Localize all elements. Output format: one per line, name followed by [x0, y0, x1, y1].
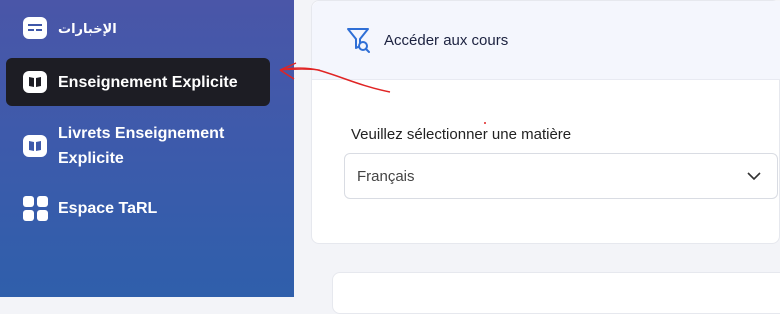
- sidebar-item-enseignement-explicite[interactable]: Enseignement Explicite: [6, 58, 270, 106]
- subject-label: Veuillez sélectionner une matière: [351, 126, 572, 143]
- card-title: Accéder aux cours: [384, 31, 509, 49]
- chevron-down-icon: [747, 169, 761, 183]
- secondary-card: [332, 272, 780, 314]
- book-icon: [22, 69, 48, 95]
- book-icon: [22, 133, 48, 159]
- subject-select-value: Français: [357, 167, 415, 185]
- news-icon: [22, 15, 48, 41]
- sidebar-item-livrets[interactable]: Livrets Enseignement Explicite: [6, 120, 270, 172]
- sidebar-item-label: Enseignement Explicite: [58, 73, 238, 91]
- grid-icon: [22, 195, 48, 221]
- subject-select[interactable]: Français: [344, 153, 778, 199]
- sidebar-item-espace-tarl[interactable]: Espace TaRL: [6, 193, 270, 223]
- sidebar: الإخبارات Enseignement Explicite Livrets…: [0, 0, 294, 297]
- sidebar-item-label: Livrets Enseignement Explicite: [58, 125, 225, 167]
- sidebar-item-label: الإخبارات: [58, 20, 117, 36]
- card-header: Accéder aux cours: [312, 1, 780, 80]
- sidebar-item-label: Espace TaRL: [58, 199, 158, 217]
- filter-search-icon: [346, 26, 370, 54]
- sidebar-item-news[interactable]: الإخبارات: [6, 10, 270, 46]
- annotation-dot: [484, 122, 486, 124]
